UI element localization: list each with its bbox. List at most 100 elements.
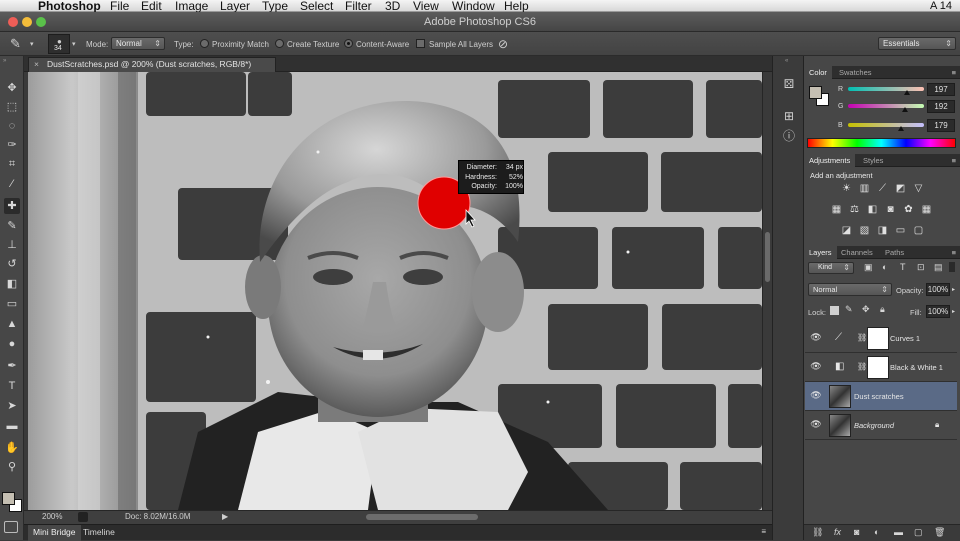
invert-icon[interactable]: ◪ bbox=[840, 224, 853, 237]
adjustments-panel-menu-icon[interactable]: ≡ bbox=[952, 154, 956, 167]
vertical-scrollbar[interactable] bbox=[762, 72, 772, 510]
workspace-select[interactable]: Essentials bbox=[878, 37, 956, 50]
slider-b[interactable] bbox=[848, 123, 924, 127]
tab-swatches[interactable]: Swatches bbox=[834, 66, 877, 79]
slider-r[interactable] bbox=[848, 87, 924, 91]
eyedropper-tool-icon[interactable]: ⁄ bbox=[4, 176, 20, 192]
slider-b-thumb[interactable] bbox=[898, 126, 905, 131]
foreground-color-swatch[interactable] bbox=[2, 492, 15, 505]
new-group-icon[interactable]: ▬ bbox=[894, 527, 903, 537]
menu-help[interactable]: Help bbox=[504, 0, 529, 12]
lock-transparent-icon[interactable] bbox=[830, 306, 839, 315]
tab-adjustments[interactable]: Adjustments bbox=[804, 154, 856, 167]
mode-select[interactable]: Normal bbox=[111, 37, 165, 50]
menu-view[interactable]: View bbox=[413, 0, 439, 12]
new-layer-icon[interactable]: ▢ bbox=[914, 527, 923, 538]
slider-r-thumb[interactable] bbox=[903, 90, 910, 95]
gradient-map-icon[interactable]: ▭ bbox=[894, 224, 907, 237]
lock-all-icon[interactable]: 🔒︎ bbox=[880, 304, 885, 315]
menu-layer[interactable]: Layer bbox=[220, 0, 250, 12]
layer-thumbnail[interactable] bbox=[829, 385, 851, 408]
posterize-icon[interactable]: ▧ bbox=[858, 224, 871, 237]
history-panel-icon[interactable]: ⚄ bbox=[781, 76, 797, 92]
filter-toggle[interactable] bbox=[949, 262, 955, 272]
dodge-tool-icon[interactable]: ● bbox=[4, 336, 20, 352]
layer-row-dust-scratches[interactable]: 👁︎ Dust scratches bbox=[805, 382, 957, 411]
document-tab[interactable]: × DustScratches.psd @ 200% (Dust scratch… bbox=[28, 57, 276, 72]
layer-name[interactable]: Black & White 1 bbox=[890, 363, 943, 372]
status-menu-arrow-icon[interactable]: ▶ bbox=[222, 511, 228, 523]
expand-panels-icon[interactable]: « bbox=[785, 58, 788, 64]
blend-mode-select[interactable]: Normal bbox=[808, 283, 892, 296]
layer-row-curves-1[interactable]: 👁︎ ⟋ ⛓︎ Curves 1 bbox=[805, 324, 957, 353]
color-panel-menu-icon[interactable]: ≡ bbox=[952, 66, 956, 79]
gradient-tool-icon[interactable]: ▭ bbox=[4, 296, 20, 312]
radio-create-texture[interactable] bbox=[275, 39, 284, 48]
quick-selection-tool-icon[interactable]: ✑ bbox=[4, 137, 20, 153]
new-adjustment-layer-icon[interactable]: ◐ bbox=[874, 527, 879, 537]
add-mask-icon[interactable]: ◙ bbox=[854, 527, 859, 537]
layer-filter-kind-select[interactable]: Kind bbox=[808, 262, 854, 274]
eraser-tool-icon[interactable]: ◧ bbox=[4, 276, 20, 292]
link-layers-icon[interactable]: ⛓︎ bbox=[812, 527, 823, 538]
horizontal-scroll-thumb[interactable] bbox=[366, 514, 478, 520]
selective-color-icon[interactable]: ▢ bbox=[912, 224, 925, 237]
collapse-toolbar-icon[interactable]: » bbox=[3, 58, 6, 64]
levels-icon[interactable]: ▥ bbox=[858, 182, 871, 195]
menu-select[interactable]: Select bbox=[300, 0, 333, 12]
lasso-tool-icon[interactable]: ◌ bbox=[4, 118, 20, 134]
menu-edit[interactable]: Edit bbox=[141, 0, 162, 12]
menu-3d[interactable]: 3D bbox=[385, 0, 400, 12]
layer-name[interactable]: Dust scratches bbox=[854, 392, 904, 401]
delete-layer-icon[interactable]: 🗑︎ bbox=[934, 527, 945, 538]
spot-healing-brush-tool-icon[interactable]: ✎ bbox=[10, 36, 21, 52]
pressure-size-icon[interactable]: ⊘ bbox=[498, 37, 508, 51]
document-canvas[interactable]: Diameter: 34 px Hardness: 52% Opacity: 1… bbox=[28, 72, 762, 510]
pen-tool-icon[interactable]: ✒ bbox=[4, 358, 20, 374]
layer-mask-thumbnail[interactable] bbox=[867, 356, 889, 379]
brush-tool-icon[interactable]: ✎ bbox=[4, 218, 20, 234]
vertical-scroll-thumb[interactable] bbox=[765, 232, 770, 282]
tab-channels[interactable]: Channels bbox=[836, 246, 878, 259]
slider-g-thumb[interactable] bbox=[902, 107, 908, 112]
menu-window[interactable]: Window bbox=[452, 0, 495, 12]
close-document-icon[interactable]: × bbox=[34, 58, 39, 71]
slider-g[interactable] bbox=[848, 104, 924, 108]
lock-position-icon[interactable]: ✥ bbox=[862, 304, 870, 315]
hand-tool-icon[interactable]: ✋ bbox=[4, 440, 20, 456]
layer-visibility-eye-icon[interactable]: 👁︎ bbox=[809, 361, 823, 372]
radio-content-aware[interactable] bbox=[344, 39, 353, 48]
menu-file[interactable]: File bbox=[110, 0, 129, 12]
quick-mask-icon[interactable] bbox=[4, 521, 18, 533]
filter-smart-object-icon[interactable]: ▤ bbox=[934, 262, 943, 273]
clone-stamp-tool-icon[interactable]: ⊥ bbox=[4, 237, 20, 253]
photo-filter-icon[interactable]: ◙ bbox=[884, 203, 897, 216]
rectangle-tool-icon[interactable]: ▬ bbox=[4, 418, 20, 434]
brightness-contrast-icon[interactable]: ☀ bbox=[840, 182, 853, 195]
bottom-panel-menu-icon[interactable]: ≡ bbox=[761, 525, 766, 539]
opacity-value[interactable]: 100% bbox=[926, 283, 950, 296]
info-panel-icon[interactable]: ⓘ bbox=[781, 128, 797, 144]
spot-healing-brush-icon[interactable]: ✚ bbox=[4, 198, 20, 214]
curves-icon[interactable]: ⟋ bbox=[876, 182, 889, 195]
layer-mask-link-icon[interactable]: ⛓︎ bbox=[857, 333, 867, 342]
tab-mini-bridge[interactable]: Mini Bridge bbox=[28, 525, 81, 541]
fill-value[interactable]: 100% bbox=[926, 305, 950, 318]
layer-thumbnail[interactable] bbox=[829, 414, 851, 437]
channel-b-value[interactable]: 179 bbox=[927, 119, 955, 132]
layer-row-black-white-1[interactable]: 👁︎ ◧ ⛓︎ Black & White 1 bbox=[805, 353, 957, 382]
filter-pixel-icon[interactable]: ▣ bbox=[864, 262, 873, 273]
color-lookup-icon[interactable]: ▦ bbox=[920, 203, 933, 216]
color-balance-icon[interactable]: ⚖ bbox=[848, 203, 861, 216]
opacity-slider-arrow-icon[interactable]: ▸ bbox=[952, 286, 955, 293]
brush-picker[interactable]: ● 34 bbox=[48, 34, 70, 54]
brush-picker-chevron-icon[interactable]: ▾ bbox=[72, 40, 76, 48]
layers-panel-menu-icon[interactable]: ≡ bbox=[952, 246, 956, 259]
tab-timeline[interactable]: Timeline bbox=[78, 525, 120, 541]
exposure-icon[interactable]: ◩ bbox=[894, 182, 907, 195]
path-selection-tool-icon[interactable]: ➤ bbox=[4, 398, 20, 414]
marquee-tool-icon[interactable]: ⬚ bbox=[4, 99, 20, 115]
layer-mask-thumbnail[interactable] bbox=[867, 327, 889, 350]
tab-styles[interactable]: Styles bbox=[858, 154, 888, 167]
zoom-tool-icon[interactable]: ⚲ bbox=[4, 459, 20, 475]
